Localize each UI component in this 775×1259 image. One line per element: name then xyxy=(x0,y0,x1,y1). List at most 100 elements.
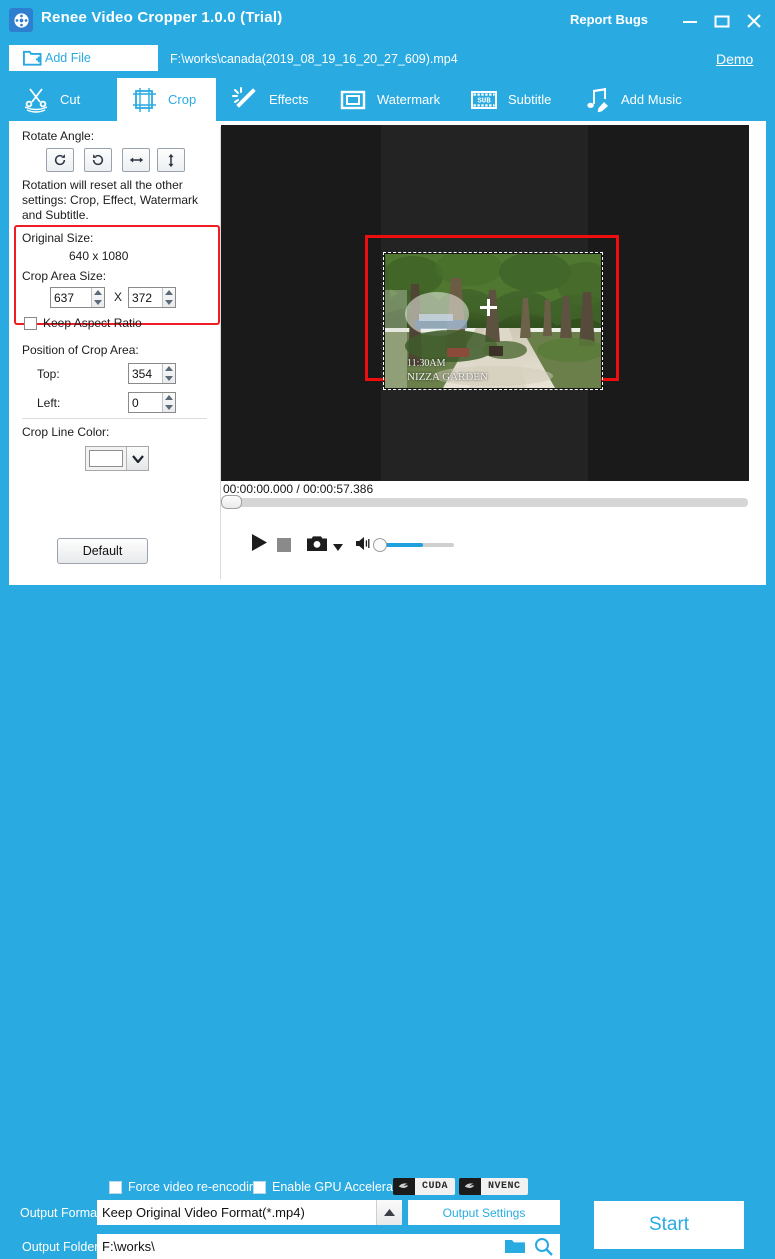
film-reel-icon xyxy=(9,8,33,32)
close-icon[interactable] xyxy=(742,9,766,33)
tab-add-music[interactable]: Add Music xyxy=(570,78,700,121)
minimize-icon[interactable] xyxy=(678,9,702,33)
crop-height-up[interactable] xyxy=(163,288,175,298)
chevron-down-icon[interactable] xyxy=(126,447,148,470)
crop-width-arrows[interactable] xyxy=(91,288,104,307)
camera-icon[interactable] xyxy=(307,535,327,554)
flip-vertical-icon[interactable] xyxy=(157,148,185,172)
chevron-up-icon[interactable] xyxy=(376,1200,402,1225)
enable-gpu-checkbox[interactable]: Enable GPU Acceleration xyxy=(253,1180,413,1194)
nvenc-badge: NVENC xyxy=(459,1178,528,1195)
demo-link[interactable]: Demo xyxy=(716,51,753,67)
volume-slider-thumb[interactable] xyxy=(373,538,387,552)
output-folder-value: F:\works\ xyxy=(102,1239,155,1254)
crop-height-down[interactable] xyxy=(163,298,175,308)
left-up[interactable] xyxy=(163,393,175,403)
crop-height-arrows[interactable] xyxy=(162,288,175,307)
main-panel: Rotate Angle: xyxy=(9,121,766,585)
top-down[interactable] xyxy=(163,374,175,384)
stop-icon[interactable] xyxy=(277,538,291,552)
crop-width-up[interactable] xyxy=(92,288,104,298)
top-up[interactable] xyxy=(163,364,175,374)
window-title: Renee Video Cropper 1.0.0 (Trial) xyxy=(41,9,282,26)
preview-panel: 11:30AM NIZZA GARDEN 00:00:00.000 / 00:0… xyxy=(221,121,766,585)
rotate-cw-icon[interactable] xyxy=(46,148,74,172)
enable-gpu-label: Enable GPU Acceleration xyxy=(272,1180,413,1194)
crosshair-icon xyxy=(480,299,497,316)
tab-effects[interactable]: Effects xyxy=(218,78,330,121)
tab-watermark[interactable]: Watermark xyxy=(326,78,456,121)
left-input[interactable] xyxy=(129,393,162,412)
output-format-select[interactable]: Keep Original Video Format(*.mp4) xyxy=(97,1200,402,1225)
add-file-label: Add File xyxy=(45,51,91,65)
left-arrows[interactable] xyxy=(162,393,175,412)
crop-dashed-outline[interactable] xyxy=(383,252,603,390)
force-reencode-box[interactable] xyxy=(109,1181,122,1194)
tab-cut[interactable]: Cut xyxy=(9,78,117,121)
top-stepper[interactable] xyxy=(128,363,176,384)
original-size-value: 640 x 1080 xyxy=(69,249,128,263)
tab-watermark-label: Watermark xyxy=(377,92,440,107)
play-icon[interactable] xyxy=(251,533,268,555)
flip-horizontal-icon[interactable] xyxy=(122,148,150,172)
crop-height-input[interactable] xyxy=(129,288,162,307)
crop-line-color-picker[interactable] xyxy=(85,446,149,471)
top-label: Top: xyxy=(37,367,60,381)
top-arrows[interactable] xyxy=(162,364,175,383)
top-input[interactable] xyxy=(129,364,162,383)
add-file-button[interactable]: Add File xyxy=(9,45,158,71)
enable-gpu-box[interactable] xyxy=(253,1181,266,1194)
tab-add-music-label: Add Music xyxy=(621,92,682,107)
position-of-crop-area-label: Position of Crop Area: xyxy=(22,343,139,357)
timecode-display: 00:00:00.000 / 00:00:57.386 xyxy=(223,482,373,496)
application-window: Renee Video Cropper 1.0.0 (Trial) Report… xyxy=(0,0,775,686)
rotate-angle-label: Rotate Angle: xyxy=(22,129,94,143)
maximize-icon[interactable] xyxy=(710,9,734,33)
svg-text:SUB: SUB xyxy=(477,97,491,105)
crop-width-input[interactable] xyxy=(51,288,91,307)
magnifier-icon[interactable] xyxy=(533,1237,554,1259)
frame-icon xyxy=(338,85,368,115)
keep-aspect-ratio-checkbox[interactable]: Keep Aspect Ratio xyxy=(24,316,142,330)
volume-slider[interactable] xyxy=(379,543,454,547)
start-button[interactable]: Start xyxy=(594,1201,744,1249)
settings-divider xyxy=(22,418,207,419)
seek-bar[interactable] xyxy=(223,498,748,507)
chevron-down-icon[interactable] xyxy=(333,540,343,554)
rotation-note: Rotation will reset all the other settin… xyxy=(22,178,212,223)
left-stepper[interactable] xyxy=(128,392,176,413)
crop-settings-panel: Rotate Angle: xyxy=(9,121,220,585)
crop-selection-box[interactable]: 11:30AM NIZZA GARDEN xyxy=(365,235,619,381)
volume-icon[interactable] xyxy=(356,536,373,554)
default-button[interactable]: Default xyxy=(57,538,148,564)
crop-width-stepper[interactable] xyxy=(50,287,105,308)
tab-crop[interactable]: Crop xyxy=(117,78,216,121)
video-stage[interactable]: 11:30AM NIZZA GARDEN xyxy=(221,125,749,481)
tab-effects-label: Effects xyxy=(269,92,309,107)
crop-width-down[interactable] xyxy=(92,298,104,308)
folder-add-icon xyxy=(23,49,42,70)
tab-cut-label: Cut xyxy=(60,92,80,107)
force-reencode-label: Force video re-encoding xyxy=(128,1180,263,1194)
output-settings-button[interactable]: Output Settings xyxy=(408,1200,560,1225)
output-folder-field[interactable]: F:\works\ xyxy=(97,1234,560,1259)
cuda-badge: CUDA xyxy=(393,1178,455,1195)
keep-aspect-ratio-box[interactable] xyxy=(24,317,37,330)
left-down[interactable] xyxy=(163,403,175,413)
original-size-label: Original Size: xyxy=(22,231,93,245)
crop-line-color-label: Crop Line Color: xyxy=(22,425,109,439)
seek-thumb[interactable] xyxy=(221,495,242,509)
output-folder-label: Output Folder: xyxy=(22,1240,102,1254)
tab-subtitle[interactable]: SUB Subtitle xyxy=(457,78,569,121)
folder-icon[interactable] xyxy=(504,1237,526,1258)
crop-height-stepper[interactable] xyxy=(128,287,176,308)
output-format-label: Output Format: xyxy=(20,1206,104,1220)
nvenc-badge-label: NVENC xyxy=(481,1178,528,1195)
force-reencode-checkbox[interactable]: Force video re-encoding xyxy=(109,1180,263,1194)
current-file-path: F:\works\canada(2019_08_19_16_20_27_609)… xyxy=(170,52,458,66)
rotate-ccw-icon[interactable] xyxy=(84,148,112,172)
magic-wand-icon xyxy=(230,85,260,115)
report-bugs-link[interactable]: Report Bugs xyxy=(570,12,648,27)
output-format-value: Keep Original Video Format(*.mp4) xyxy=(102,1205,305,1220)
cuda-badge-label: CUDA xyxy=(415,1178,455,1195)
